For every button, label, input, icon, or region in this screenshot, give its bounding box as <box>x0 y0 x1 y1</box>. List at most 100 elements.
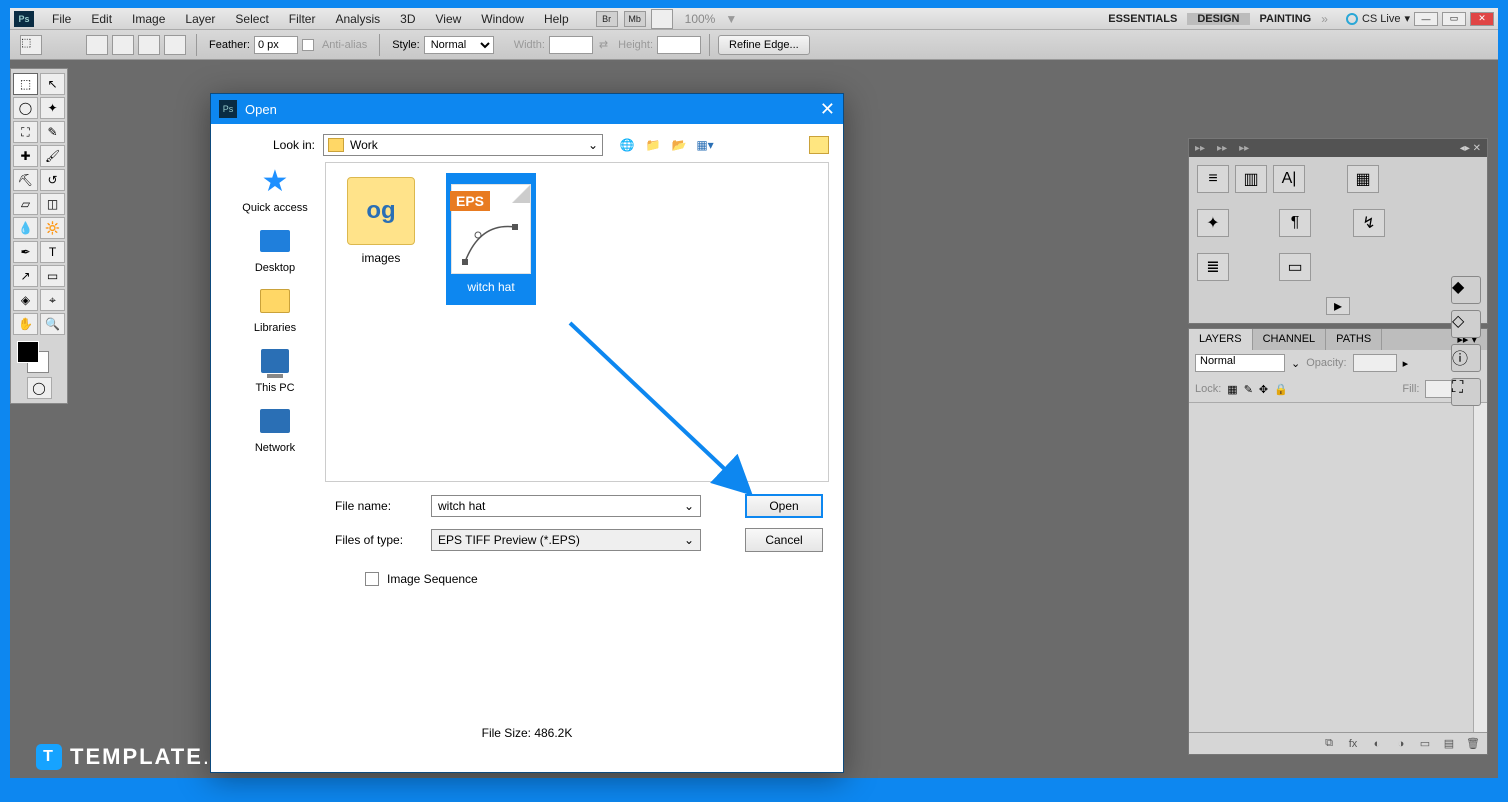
tab-layers[interactable]: LAYERS <box>1189 329 1253 350</box>
blur-tool[interactable]: 💧 <box>13 217 38 239</box>
layers-icon[interactable]: ≣ <box>1197 253 1229 281</box>
workspace-menu-icon[interactable]: » <box>1321 12 1328 26</box>
up-folder-icon[interactable]: 📁 <box>643 135 663 155</box>
scrollbar[interactable] <box>1473 403 1487 732</box>
place-thispc[interactable]: This PC <box>255 344 294 394</box>
lock-pixels-icon[interactable]: ✎ <box>1244 383 1253 396</box>
dialog-close-button[interactable]: ✕ <box>820 99 835 120</box>
blend-mode-select[interactable]: Normal <box>1195 354 1285 372</box>
menu-file[interactable]: File <box>42 12 81 26</box>
image-sequence-checkbox[interactable] <box>365 572 379 586</box>
filename-input[interactable]: witch hat ⌄ <box>431 495 701 517</box>
dialog-titlebar[interactable]: Ps Open ✕ <box>211 94 843 124</box>
brush-presets-icon[interactable]: ↯ <box>1353 209 1385 237</box>
minimize-button[interactable]: — <box>1414 12 1438 26</box>
view-extras-button[interactable] <box>651 9 673 29</box>
workspace-painting[interactable]: PAINTING <box>1250 13 1322 25</box>
camera-tool[interactable]: ⌖ <box>40 289 65 311</box>
lock-position-icon[interactable]: ✥ <box>1259 383 1268 396</box>
intersect-selection-button[interactable] <box>164 35 186 55</box>
maximize-button[interactable]: ▭ <box>1442 12 1466 26</box>
menu-select[interactable]: Select <box>225 12 278 26</box>
lookin-select[interactable]: Work ⌄ <box>323 134 603 156</box>
swatches-icon[interactable]: ▦ <box>1347 165 1379 193</box>
minibridge-button[interactable]: Mb <box>624 11 646 27</box>
menu-filter[interactable]: Filter <box>279 12 326 26</box>
collapse-icon[interactable]: ▸ <box>1326 297 1350 315</box>
healing-tool[interactable]: ✚ <box>13 145 38 167</box>
masks-icon[interactable]: ▥ <box>1235 165 1267 193</box>
menu-image[interactable]: Image <box>122 12 175 26</box>
styles-icon[interactable]: ✦ <box>1197 209 1229 237</box>
collapsed-crop-icon[interactable]: ⛶ <box>1451 378 1481 406</box>
filetype-select[interactable]: EPS TIFF Preview (*.EPS) ⌄ <box>431 529 701 551</box>
dodge-tool[interactable]: 🔆 <box>40 217 65 239</box>
menu-view[interactable]: View <box>425 12 471 26</box>
new-layer-icon[interactable]: ▤ <box>1441 737 1457 751</box>
place-quickaccess[interactable]: ★ Quick access <box>242 164 307 214</box>
layer-mask-icon[interactable]: ◐ <box>1369 737 1385 751</box>
lock-transparent-icon[interactable]: ▦ <box>1227 383 1237 396</box>
workspace-design[interactable]: DESIGN <box>1187 13 1249 25</box>
lock-all-icon[interactable]: 🔒 <box>1274 383 1288 396</box>
views-icon[interactable]: ▦▾ <box>695 135 715 155</box>
opacity-input[interactable] <box>1353 354 1397 372</box>
group-icon[interactable]: ▭ <box>1417 737 1433 751</box>
menu-window[interactable]: Window <box>471 12 534 26</box>
color-swatches[interactable] <box>13 341 65 375</box>
adjustment-layer-icon[interactable]: ◑ <box>1393 737 1409 751</box>
cslive-button[interactable]: CS Live ▾ <box>1346 12 1410 25</box>
zoom-level[interactable]: 100% <box>685 12 716 26</box>
panel-header[interactable]: ▸▸▸▸▸▸◂▸ ✕ <box>1189 139 1487 157</box>
tab-paths[interactable]: PATHS <box>1326 329 1382 350</box>
new-folder-icon[interactable]: 📂 <box>669 135 689 155</box>
link-layers-icon[interactable]: ⧉ <box>1321 737 1337 751</box>
3d-tool[interactable]: ◈ <box>13 289 38 311</box>
subtract-selection-button[interactable] <box>138 35 160 55</box>
antialias-checkbox[interactable] <box>302 39 314 51</box>
pen-tool[interactable]: ✒ <box>13 241 38 263</box>
menu-analysis[interactable]: Analysis <box>325 12 390 26</box>
collapsed-info-icon[interactable]: ⓘ <box>1451 344 1481 372</box>
stamp-tool[interactable]: ⛏ <box>13 169 38 191</box>
lasso-tool[interactable]: ◯ <box>13 97 38 119</box>
cancel-button[interactable]: Cancel <box>745 528 823 552</box>
style-select[interactable]: Normal <box>424 36 494 54</box>
magic-wand-tool[interactable]: ✦ <box>40 97 65 119</box>
shape-tool[interactable]: ▭ <box>40 265 65 287</box>
close-window-button[interactable]: ✕ <box>1470 12 1494 26</box>
move-tool[interactable]: ↖ <box>40 73 65 95</box>
menu-3d[interactable]: 3D <box>390 12 425 26</box>
file-item-images[interactable]: og images <box>336 173 426 269</box>
delete-layer-icon[interactable]: 🗑 <box>1465 737 1481 751</box>
type-tool[interactable]: T <box>40 241 65 263</box>
new-selection-button[interactable] <box>86 35 108 55</box>
quick-mask-button[interactable]: ◯ <box>27 377 52 399</box>
collapsed-layers-icon[interactable]: ◆ <box>1451 276 1481 304</box>
feather-input[interactable] <box>254 36 298 54</box>
tab-channels[interactable]: CHANNEL <box>1253 329 1327 350</box>
add-selection-button[interactable] <box>112 35 134 55</box>
adjustments-icon[interactable]: ≡ <box>1197 165 1229 193</box>
menu-layer[interactable]: Layer <box>175 12 225 26</box>
hand-tool[interactable]: ✋ <box>13 313 38 335</box>
navigator-icon[interactable]: ▭ <box>1279 253 1311 281</box>
eyedropper-tool[interactable]: ✎ <box>40 121 65 143</box>
workspace-essentials[interactable]: ESSENTIALS <box>1098 13 1187 25</box>
marquee-tool[interactable]: ⬚ <box>13 73 38 95</box>
bridge-button[interactable]: Br <box>596 11 618 27</box>
brush-tool[interactable]: 🖌 <box>40 145 65 167</box>
character-icon[interactable]: A| <box>1273 165 1305 193</box>
layers-list[interactable] <box>1189 402 1487 732</box>
place-libraries[interactable]: Libraries <box>254 284 296 334</box>
open-button[interactable]: Open <box>745 494 823 518</box>
place-network[interactable]: Network <box>255 404 295 454</box>
crop-tool[interactable]: ⛶ <box>13 121 38 143</box>
back-icon[interactable]: 🌐 <box>617 135 637 155</box>
path-tool[interactable]: ↗ <box>13 265 38 287</box>
paragraph-icon[interactable]: ¶ <box>1279 209 1311 237</box>
refine-edge-button[interactable]: Refine Edge... <box>718 35 810 55</box>
zoom-tool[interactable]: 🔍 <box>40 313 65 335</box>
menu-help[interactable]: Help <box>534 12 579 26</box>
file-item-witchhat[interactable]: EPS witch hat <box>446 173 536 305</box>
